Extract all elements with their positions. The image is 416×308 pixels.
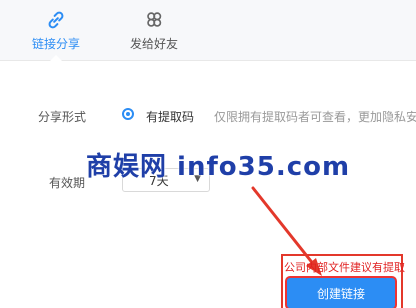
notice-text: 公司内部文件建议有提取 bbox=[284, 261, 405, 274]
create-link-button[interactable]: 创建链接 bbox=[287, 278, 395, 308]
